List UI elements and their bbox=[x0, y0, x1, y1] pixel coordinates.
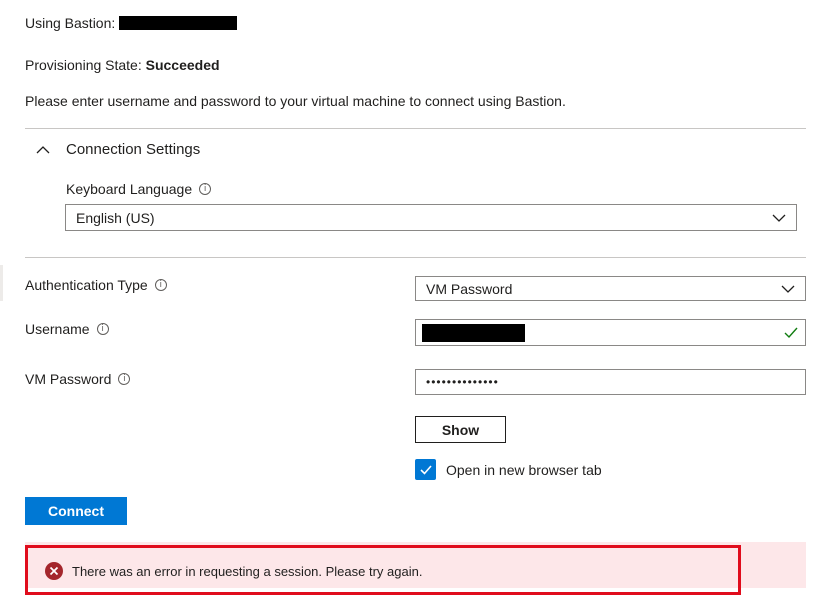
authentication-type-label: Authentication Type bbox=[25, 277, 148, 293]
authentication-type-value: VM Password bbox=[426, 280, 513, 297]
connection-settings-title: Connection Settings bbox=[66, 141, 201, 158]
scroll-indicator bbox=[0, 265, 3, 301]
connect-button[interactable]: Connect bbox=[25, 497, 127, 525]
provisioning-state: Provisioning State: Succeeded bbox=[25, 57, 220, 73]
checkmark-icon bbox=[784, 327, 798, 339]
using-bastion-label: Using Bastion: bbox=[25, 15, 116, 31]
keyboard-language-value: English (US) bbox=[76, 209, 155, 226]
vm-password-value: •••••••••••••• bbox=[426, 375, 499, 389]
connection-settings-toggle[interactable]: Connection Settings bbox=[36, 141, 200, 158]
info-icon[interactable]: i bbox=[96, 323, 109, 335]
open-new-tab-checkbox[interactable]: Open in new browser tab bbox=[415, 459, 602, 480]
divider bbox=[25, 257, 806, 258]
provisioning-label: Provisioning State: bbox=[25, 57, 142, 73]
show-password-button[interactable]: Show bbox=[415, 416, 506, 443]
keyboard-language-label: Keyboard Language bbox=[66, 181, 193, 197]
intro-text: Please enter username and password to yo… bbox=[25, 93, 566, 109]
divider bbox=[25, 128, 806, 129]
info-icon[interactable]: i bbox=[154, 279, 167, 291]
using-bastion-line: Using Bastion: bbox=[25, 15, 238, 31]
authentication-type-select[interactable]: VM Password bbox=[415, 276, 806, 301]
error-content: There was an error in requesting a sessi… bbox=[45, 562, 422, 580]
vm-password-label-row: VM Password i bbox=[25, 371, 131, 387]
provisioning-value: Succeeded bbox=[145, 57, 220, 73]
checkbox-checked[interactable] bbox=[415, 459, 436, 480]
authentication-type-label-row: Authentication Type i bbox=[25, 277, 167, 293]
checkmark-icon bbox=[419, 464, 432, 475]
vm-password-input[interactable]: •••••••••••••• bbox=[415, 369, 806, 395]
error-circle-icon bbox=[45, 562, 63, 580]
username-label: Username bbox=[25, 321, 90, 337]
username-redacted bbox=[422, 324, 525, 342]
chevron-down-icon bbox=[781, 285, 795, 293]
chevron-up-icon bbox=[36, 145, 50, 153]
username-input[interactable] bbox=[415, 319, 806, 346]
info-icon[interactable]: i bbox=[118, 373, 131, 385]
open-new-tab-label: Open in new browser tab bbox=[446, 461, 602, 478]
error-message: There was an error in requesting a sessi… bbox=[72, 563, 423, 579]
keyboard-language-label-row: Keyboard Language i bbox=[66, 181, 212, 197]
username-label-row: Username i bbox=[25, 321, 109, 337]
vm-password-label: VM Password bbox=[25, 371, 112, 387]
bastion-name-redacted[interactable] bbox=[119, 16, 238, 30]
chevron-down-icon bbox=[772, 214, 786, 222]
keyboard-language-select[interactable]: English (US) bbox=[65, 204, 797, 231]
info-icon[interactable]: i bbox=[199, 183, 212, 195]
